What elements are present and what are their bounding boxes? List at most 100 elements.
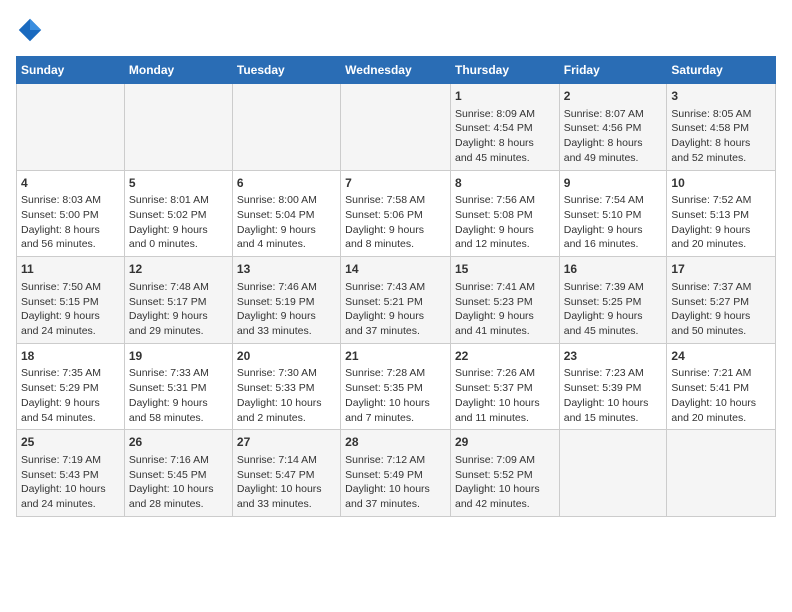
weekday-header-friday: Friday	[559, 57, 667, 84]
day-number: 26	[129, 434, 228, 451]
calendar-cell: 13Sunrise: 7:46 AM Sunset: 5:19 PM Dayli…	[232, 257, 340, 344]
day-info: Sunrise: 7:50 AM Sunset: 5:15 PM Dayligh…	[21, 280, 120, 339]
day-info: Sunrise: 7:39 AM Sunset: 5:25 PM Dayligh…	[564, 280, 663, 339]
calendar-week-3: 11 Sunrise: 7:50 AM Sunset: 5:15 PM Dayli…	[17, 257, 776, 344]
day-number: 8	[455, 175, 555, 192]
day-info: Sunrise: 7:48 AM Sunset: 5:17 PM Dayligh…	[129, 280, 228, 339]
day-number: 12	[129, 261, 228, 278]
calendar-cell: 1 Sunrise: 8:09 AM Sunset: 4:54 PM Daylig…	[450, 84, 559, 171]
calendar-cell: 26 Sunrise: 7:16 AM Sunset: 5:45 PM Dayli…	[124, 430, 232, 517]
logo	[16, 16, 48, 44]
day-info: Sunrise: 7:19 AM Sunset: 5:43 PM Dayligh…	[21, 453, 120, 512]
day-number: 16	[564, 261, 663, 278]
day-info: Sunrise: 7:56 AM Sunset: 5:08 PM Dayligh…	[455, 193, 555, 252]
day-number: 3	[671, 88, 771, 105]
calendar-cell: 11 Sunrise: 7:50 AM Sunset: 5:15 PM Dayli…	[17, 257, 125, 344]
calendar-cell: 8Sunrise: 7:56 AM Sunset: 5:08 PM Daylig…	[450, 170, 559, 257]
calendar-cell: 25 Sunrise: 7:19 AM Sunset: 5:43 PM Dayli…	[17, 430, 125, 517]
calendar-cell: 5Sunrise: 8:01 AM Sunset: 5:02 PM Daylig…	[124, 170, 232, 257]
calendar-cell: 7Sunrise: 7:58 AM Sunset: 5:06 PM Daylig…	[341, 170, 451, 257]
day-info: Sunrise: 7:43 AM Sunset: 5:21 PM Dayligh…	[345, 280, 446, 339]
calendar-cell	[667, 430, 776, 517]
calendar-week-4: 18Sunrise: 7:35 AM Sunset: 5:29 PM Dayli…	[17, 343, 776, 430]
day-number: 14	[345, 261, 446, 278]
calendar-cell: 3 Sunrise: 8:05 AM Sunset: 4:58 PM Daylig…	[667, 84, 776, 171]
calendar-cell: 21Sunrise: 7:28 AM Sunset: 5:35 PM Dayli…	[341, 343, 451, 430]
day-number: 15	[455, 261, 555, 278]
calendar-cell: 12 Sunrise: 7:48 AM Sunset: 5:17 PM Dayli…	[124, 257, 232, 344]
day-number: 7	[345, 175, 446, 192]
weekday-header-wednesday: Wednesday	[341, 57, 451, 84]
day-number: 25	[21, 434, 120, 451]
day-number: 19	[129, 348, 228, 365]
day-info: Sunrise: 7:41 AM Sunset: 5:23 PM Dayligh…	[455, 280, 555, 339]
day-number: 23	[564, 348, 663, 365]
day-info: Sunrise: 7:54 AM Sunset: 5:10 PM Dayligh…	[564, 193, 663, 252]
day-number: 20	[237, 348, 336, 365]
calendar-cell: 29 Sunrise: 7:09 AM Sunset: 5:52 PM Dayli…	[450, 430, 559, 517]
day-number: 22	[455, 348, 555, 365]
calendar-cell: 4Sunrise: 8:03 AM Sunset: 5:00 PM Daylig…	[17, 170, 125, 257]
day-number: 9	[564, 175, 663, 192]
day-info: Sunrise: 7:35 AM Sunset: 5:29 PM Dayligh…	[21, 366, 120, 425]
calendar-week-1: 1 Sunrise: 8:09 AM Sunset: 4:54 PM Daylig…	[17, 84, 776, 171]
day-number: 10	[671, 175, 771, 192]
weekday-header-sunday: Sunday	[17, 57, 125, 84]
calendar-cell: 28 Sunrise: 7:12 AM Sunset: 5:49 PM Dayli…	[341, 430, 451, 517]
day-info: Sunrise: 7:58 AM Sunset: 5:06 PM Dayligh…	[345, 193, 446, 252]
calendar-cell: 19Sunrise: 7:33 AM Sunset: 5:31 PM Dayli…	[124, 343, 232, 430]
calendar-week-2: 4Sunrise: 8:03 AM Sunset: 5:00 PM Daylig…	[17, 170, 776, 257]
day-number: 1	[455, 88, 555, 105]
calendar-cell: 15 Sunrise: 7:41 AM Sunset: 5:23 PM Dayli…	[450, 257, 559, 344]
day-number: 11	[21, 261, 120, 278]
day-info: Sunrise: 7:28 AM Sunset: 5:35 PM Dayligh…	[345, 366, 446, 425]
calendar-cell: 23Sunrise: 7:23 AM Sunset: 5:39 PM Dayli…	[559, 343, 667, 430]
day-info: Sunrise: 7:37 AM Sunset: 5:27 PM Dayligh…	[671, 280, 771, 339]
calendar-cell: 20Sunrise: 7:30 AM Sunset: 5:33 PM Dayli…	[232, 343, 340, 430]
calendar-cell	[559, 430, 667, 517]
day-info: Sunrise: 8:00 AM Sunset: 5:04 PM Dayligh…	[237, 193, 336, 252]
weekday-header-thursday: Thursday	[450, 57, 559, 84]
day-number: 24	[671, 348, 771, 365]
day-info: Sunrise: 7:12 AM Sunset: 5:49 PM Dayligh…	[345, 453, 446, 512]
day-number: 17	[671, 261, 771, 278]
logo-icon	[16, 16, 44, 44]
calendar-week-5: 25 Sunrise: 7:19 AM Sunset: 5:43 PM Dayli…	[17, 430, 776, 517]
day-number: 4	[21, 175, 120, 192]
day-number: 13	[237, 261, 336, 278]
page-header	[16, 16, 776, 44]
day-info: Sunrise: 7:14 AM Sunset: 5:47 PM Dayligh…	[237, 453, 336, 512]
day-info: Sunrise: 7:33 AM Sunset: 5:31 PM Dayligh…	[129, 366, 228, 425]
day-info: Sunrise: 8:05 AM Sunset: 4:58 PM Dayligh…	[671, 107, 771, 166]
weekday-header-saturday: Saturday	[667, 57, 776, 84]
day-info: Sunrise: 7:52 AM Sunset: 5:13 PM Dayligh…	[671, 193, 771, 252]
weekday-header-tuesday: Tuesday	[232, 57, 340, 84]
day-info: Sunrise: 7:09 AM Sunset: 5:52 PM Dayligh…	[455, 453, 555, 512]
day-number: 29	[455, 434, 555, 451]
day-info: Sunrise: 7:30 AM Sunset: 5:33 PM Dayligh…	[237, 366, 336, 425]
calendar-cell	[232, 84, 340, 171]
day-number: 21	[345, 348, 446, 365]
calendar-cell	[17, 84, 125, 171]
weekday-header-monday: Monday	[124, 57, 232, 84]
calendar-cell: 10Sunrise: 7:52 AM Sunset: 5:13 PM Dayli…	[667, 170, 776, 257]
calendar-cell: 2 Sunrise: 8:07 AM Sunset: 4:56 PM Daylig…	[559, 84, 667, 171]
calendar-cell: 14 Sunrise: 7:43 AM Sunset: 5:21 PM Dayli…	[341, 257, 451, 344]
calendar-cell: 6Sunrise: 8:00 AM Sunset: 5:04 PM Daylig…	[232, 170, 340, 257]
day-info: Sunrise: 8:03 AM Sunset: 5:00 PM Dayligh…	[21, 193, 120, 252]
day-info: Sunrise: 8:09 AM Sunset: 4:54 PM Dayligh…	[455, 107, 555, 166]
day-info: Sunrise: 7:26 AM Sunset: 5:37 PM Dayligh…	[455, 366, 555, 425]
day-info: Sunrise: 8:07 AM Sunset: 4:56 PM Dayligh…	[564, 107, 663, 166]
day-number: 28	[345, 434, 446, 451]
day-number: 2	[564, 88, 663, 105]
calendar-cell: 17 Sunrise: 7:37 AM Sunset: 5:27 PM Dayli…	[667, 257, 776, 344]
day-info: Sunrise: 7:23 AM Sunset: 5:39 PM Dayligh…	[564, 366, 663, 425]
day-info: Sunrise: 7:16 AM Sunset: 5:45 PM Dayligh…	[129, 453, 228, 512]
calendar-cell	[341, 84, 451, 171]
day-number: 18	[21, 348, 120, 365]
day-info: Sunrise: 8:01 AM Sunset: 5:02 PM Dayligh…	[129, 193, 228, 252]
day-number: 5	[129, 175, 228, 192]
calendar-cell: 16 Sunrise: 7:39 AM Sunset: 5:25 PM Dayli…	[559, 257, 667, 344]
day-number: 6	[237, 175, 336, 192]
day-info: Sunrise: 7:21 AM Sunset: 5:41 PM Dayligh…	[671, 366, 771, 425]
